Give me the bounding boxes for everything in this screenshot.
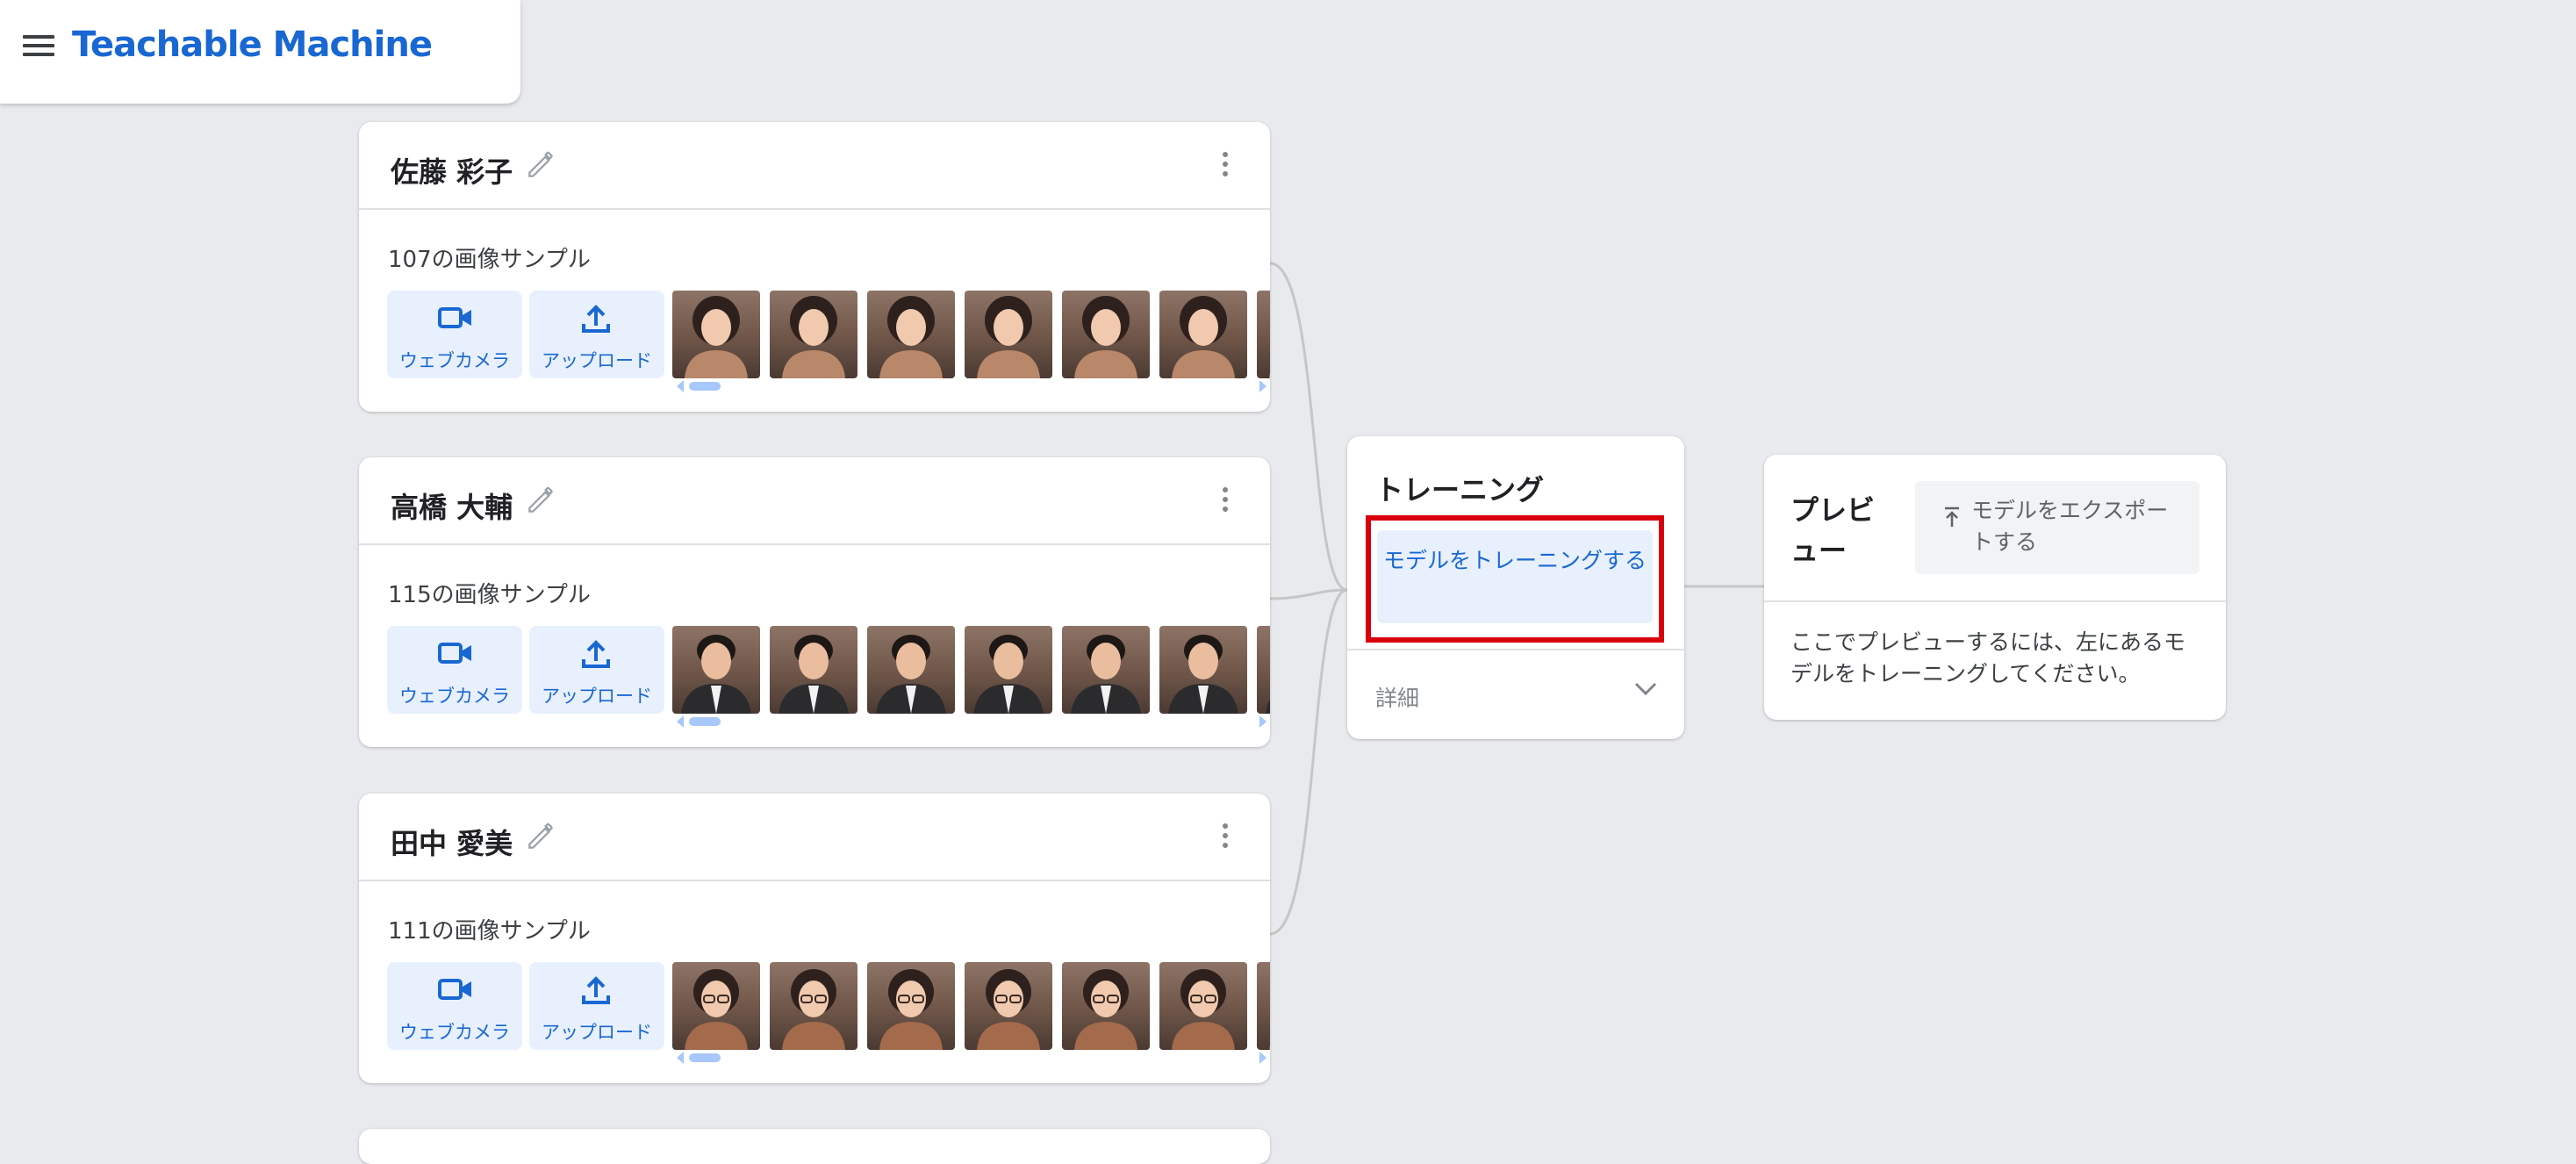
class-card: 田中 愛美 111の画像サンプル ウェブカメラ アップロード xyxy=(359,794,1270,1083)
class-card-header: 佐藤 彩子 xyxy=(359,122,1270,210)
video-camera-icon xyxy=(438,643,471,664)
sample-thumbnail[interactable] xyxy=(770,626,857,714)
sample-thumbnail[interactable] xyxy=(1159,962,1247,1050)
sample-thumbnail[interactable] xyxy=(1257,962,1270,1050)
class-name[interactable]: 田中 愛美 xyxy=(391,822,513,862)
webcam-button[interactable]: ウェブカメラ xyxy=(387,962,522,1050)
more-options-icon[interactable] xyxy=(1221,823,1230,850)
training-title: トレーニング xyxy=(1375,473,1545,507)
training-panel: トレーニング モデルをトレーニングする 詳細 xyxy=(1347,436,1684,739)
scrollbar-handle[interactable] xyxy=(689,382,721,391)
sample-thumbnail[interactable] xyxy=(965,962,1052,1050)
upload-label: アップロード xyxy=(542,350,652,371)
sample-thumbnail[interactable] xyxy=(965,626,1052,714)
class-card: 高橋 大輔 115の画像サンプル ウェブカメラ アップロード xyxy=(359,457,1270,747)
class-card-partial xyxy=(359,1129,1270,1164)
webcam-button[interactable]: ウェブカメラ xyxy=(387,626,522,714)
class-card-header: 田中 愛美 xyxy=(359,794,1270,881)
class-card-header: 高橋 大輔 xyxy=(359,457,1270,545)
sample-thumbnail[interactable] xyxy=(1257,626,1270,714)
sample-thumbnail[interactable] xyxy=(867,962,955,1050)
upload-icon xyxy=(582,976,610,1004)
scroll-right-arrow[interactable] xyxy=(1259,380,1266,392)
scrollbar-handle[interactable] xyxy=(689,1053,721,1062)
train-model-button[interactable]: モデルをトレーニングする xyxy=(1377,530,1653,623)
webcam-button[interactable]: ウェブカメラ xyxy=(387,291,522,378)
video-camera-icon xyxy=(438,979,471,1000)
scroll-left-arrow[interactable] xyxy=(677,380,684,392)
scroll-right-arrow[interactable] xyxy=(1259,715,1266,728)
preview-title: プレビュー xyxy=(1790,493,1876,567)
upload-label: アップロード xyxy=(542,686,652,707)
scroll-left-arrow[interactable] xyxy=(677,715,684,728)
export-model-button[interactable]: モデルをエクスポートする xyxy=(1915,481,2199,574)
upload-label: アップロード xyxy=(542,1022,652,1043)
video-camera-icon xyxy=(438,307,471,328)
sample-thumbnail[interactable] xyxy=(965,291,1052,378)
pencil-icon[interactable] xyxy=(524,148,557,182)
sample-thumbnail[interactable] xyxy=(1062,962,1150,1050)
sample-count: 115の画像サンプル xyxy=(388,582,591,608)
sample-thumbnail[interactable] xyxy=(770,291,857,378)
sample-thumbnail[interactable] xyxy=(867,291,955,378)
pencil-icon[interactable] xyxy=(524,484,557,517)
upload-button[interactable]: アップロード xyxy=(529,291,664,378)
sample-count: 107の画像サンプル xyxy=(388,247,591,273)
webcam-label: ウェブカメラ xyxy=(399,686,510,707)
sample-thumbnail[interactable] xyxy=(1257,291,1270,378)
upload-button[interactable]: アップロード xyxy=(529,962,664,1050)
upload-icon xyxy=(582,640,610,668)
sample-thumbnail[interactable] xyxy=(672,626,760,714)
divider xyxy=(1764,600,2226,602)
sample-thumbnail[interactable] xyxy=(672,962,760,1050)
advanced-toggle[interactable]: 詳細 xyxy=(1375,681,1419,713)
sample-thumbnail[interactable] xyxy=(1159,291,1247,378)
webcam-label: ウェブカメラ xyxy=(399,350,510,371)
sample-row: ウェブカメラ アップロード xyxy=(387,291,1270,378)
scrollbar-handle[interactable] xyxy=(689,717,721,726)
sample-row: ウェブカメラ アップロード xyxy=(387,962,1270,1050)
more-options-icon[interactable] xyxy=(1221,152,1230,178)
class-name[interactable]: 高橋 大輔 xyxy=(391,485,513,526)
preview-panel: プレビュー モデルをエクスポートする ここでプレビューするには、左にあるモデルを… xyxy=(1764,455,2226,720)
sample-thumbnail[interactable] xyxy=(672,291,760,378)
scroll-right-arrow[interactable] xyxy=(1259,1052,1266,1064)
sample-count: 111の画像サンプル xyxy=(388,918,591,945)
sample-thumbnail[interactable] xyxy=(867,626,955,714)
divider xyxy=(1347,649,1684,650)
upload-button[interactable]: アップロード xyxy=(529,626,664,714)
export-label: モデルをエクスポートする xyxy=(1971,498,2169,555)
scroll-left-arrow[interactable] xyxy=(677,1052,684,1064)
class-card: 佐藤 彩子 107の画像サンプル ウェブカメラ アップロード xyxy=(359,122,1270,412)
upload-icon xyxy=(582,305,610,333)
sample-row: ウェブカメラ アップロード xyxy=(387,626,1270,714)
export-icon xyxy=(1945,507,1959,527)
pencil-icon[interactable] xyxy=(524,820,557,853)
sample-thumbnail[interactable] xyxy=(1062,291,1150,378)
sample-thumbnail[interactable] xyxy=(1159,626,1247,714)
chevron-down-icon[interactable] xyxy=(1633,680,1658,698)
sample-thumbnail[interactable] xyxy=(770,962,857,1050)
more-options-icon[interactable] xyxy=(1221,487,1230,514)
preview-message: ここでプレビューするには、左にあるモデルをトレーニングしてください。 xyxy=(1790,629,2186,686)
class-name[interactable]: 佐藤 彩子 xyxy=(391,150,513,190)
webcam-label: ウェブカメラ xyxy=(399,1022,510,1043)
sample-thumbnail[interactable] xyxy=(1062,626,1150,714)
